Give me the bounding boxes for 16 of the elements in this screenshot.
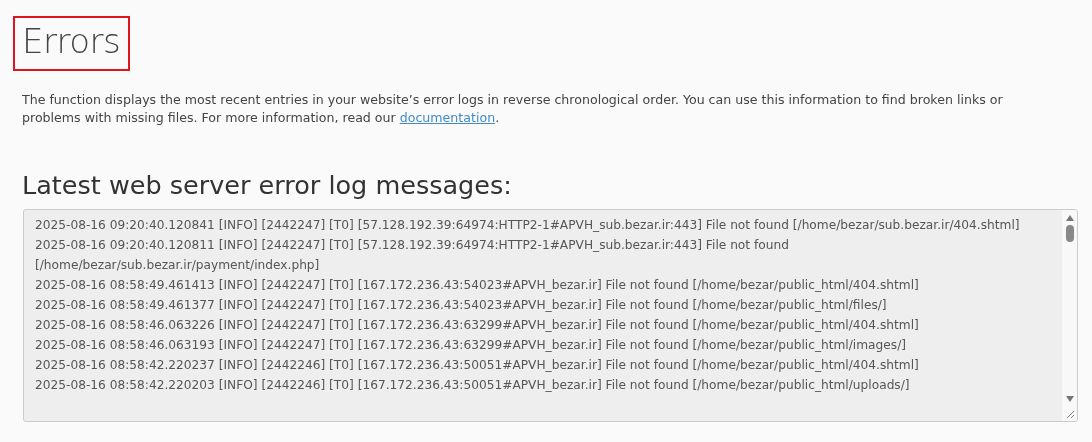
resize-grip-icon[interactable]	[1064, 409, 1075, 419]
log-entry: 2025-08-16 09:20:40.120841 [INFO] [2442247] [T0] [57.128.192.39:64974:HTTP2-1#APVH_sub.bezar.ir:443] File not found [/home/bezar/sub.bezar.ir/404.shtml]	[35, 217, 1021, 234]
log-entry: 2025-08-16 08:58:42.220237 [INFO] [2442246] [T0] [167.172.236.43:50051#APVH_bezar.ir] File not found [/home/bezar/public_html/404.shtml]	[35, 357, 920, 374]
scroll-down-icon[interactable]	[1064, 395, 1075, 403]
log-heading: Latest web server error log messages:	[22, 169, 513, 202]
description-text: The function displays the most recent entries in your website’s error logs in reverse chronological order. You can use this information to find broken links or problems with missing files. For more information, read our documentation.	[22, 91, 1004, 127]
scrollbar-thumb[interactable]	[1065, 225, 1074, 242]
log-entry: 2025-08-16 08:58:49.461377 [INFO] [2442247] [T0] [167.172.236.43:54023#APVH_bezar.ir] File not found [/home/bezar/public_html/files/]	[35, 297, 888, 314]
log-entry: 2025-08-16 08:58:46.063193 [INFO] [2442247] [T0] [167.172.236.43:63299#APVH_bezar.ir] File not found [/home/bezar/public_html/images/]	[35, 337, 908, 354]
log-entry: 2025-08-16 08:58:46.063226 [INFO] [2442247] [T0] [167.172.236.43:63299#APVH_bezar.ir] File not found [/home/bezar/public_html/404.shtml]	[35, 317, 920, 334]
log-entry: 2025-08-16 08:58:49.461413 [INFO] [2442247] [T0] [167.172.236.43:54023#APVH_bezar.ir] File not found [/home/bezar/public_html/404.shtml]	[35, 277, 920, 294]
log-entry: 2025-08-16 09:20:40.120811 [INFO] [2442247] [T0] [57.128.192.39:64974:HTTP2-1#APVH_sub.bezar.ir:443] File not found [/home/bezar/sub.bezar.ir/payment/index.php]	[35, 237, 790, 274]
log-textarea[interactable]	[23, 209, 1078, 422]
page-title: Errors	[13, 16, 131, 71]
log-entry: 2025-08-16 08:58:42.220203 [INFO] [2442246] [T0] [167.172.236.43:50051#APVH_bezar.ir] File not found [/home/bezar/public_html/uploads/]	[35, 377, 911, 394]
scroll-up-icon[interactable]	[1064, 214, 1075, 222]
